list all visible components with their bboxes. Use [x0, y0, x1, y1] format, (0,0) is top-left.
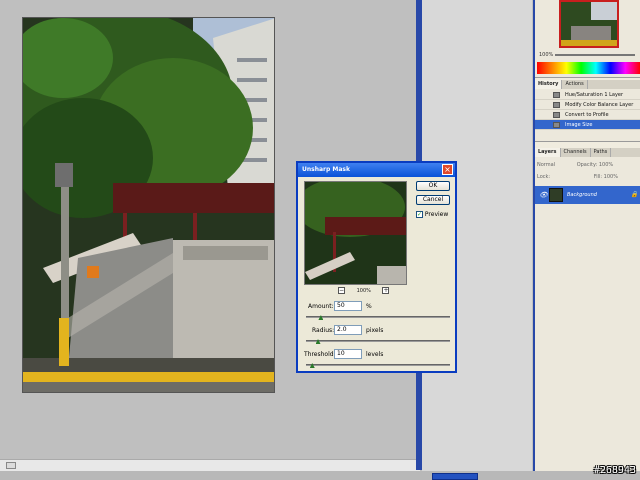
radius-unit: pixels [366, 327, 384, 334]
lock-fill-row: Lock: Fill: 100% [537, 174, 640, 183]
close-icon[interactable]: × [442, 164, 453, 175]
history-item-label: Hue/Saturation 1 Layer [565, 92, 624, 98]
layers-tabs: Layers Channels Paths [535, 148, 640, 157]
layer-thumbnail [549, 188, 563, 202]
preview-checkbox[interactable]: ✓ [416, 211, 423, 218]
preview-artwork [305, 182, 406, 284]
blend-opacity-row: Normal Opacity: 100% [537, 162, 640, 171]
opacity-label: Opacity: [576, 162, 598, 168]
history-panel: History Actions Hue/Saturation 1 Layer M… [535, 80, 640, 142]
zoom-out-button[interactable]: − [338, 287, 345, 294]
layers-panel: Layers Channels Paths Normal Opacity: 10… [535, 148, 640, 480]
opacity-value[interactable]: 100% [599, 162, 613, 168]
history-tabs: History Actions [535, 80, 640, 89]
radius-label: Radius: [312, 327, 335, 334]
layer-name: Background [567, 192, 597, 198]
history-item-label: Convert to Profile [565, 112, 609, 118]
palette-dock: 100% History Actions Hue/Saturation 1 La… [533, 0, 640, 480]
history-item-label: Image Size [565, 122, 593, 128]
navigator-zoom-slider[interactable] [555, 54, 635, 56]
history-state-icon [553, 112, 560, 118]
zoom-in-button[interactable]: + [382, 287, 390, 294]
fill-value[interactable]: 100% [604, 174, 618, 180]
amount-slider[interactable] [306, 316, 450, 318]
dialog-title: Unsharp Mask [298, 163, 455, 177]
tab-actions[interactable]: Actions [562, 80, 588, 89]
threshold-unit: levels [366, 351, 384, 358]
blend-mode-select[interactable]: Normal [537, 162, 555, 168]
color-ramp[interactable] [537, 62, 640, 74]
amount-input[interactable]: 50 [334, 301, 362, 311]
photo-artwork [23, 18, 274, 392]
threshold-slider[interactable] [306, 364, 450, 366]
history-item[interactable]: Convert to Profile [535, 110, 640, 120]
filter-preview-window[interactable] [304, 181, 407, 285]
cancel-button[interactable]: Cancel [416, 195, 450, 205]
tab-layers[interactable]: Layers [535, 148, 561, 157]
threshold-label: Threshold: [304, 351, 336, 358]
history-state-icon [553, 92, 560, 98]
history-item[interactable]: Hue/Saturation 1 Layer [535, 90, 640, 100]
preview-zoom-level: 100% [356, 288, 371, 294]
history-item-label: Modify Color Balance Layer [565, 102, 634, 108]
preview-label: Preview [424, 211, 449, 218]
status-strip [0, 471, 640, 480]
lock-icon: 🔒 [630, 191, 638, 198]
preview-toggle[interactable]: ✓ Preview [416, 211, 448, 218]
amount-label: Amount: [308, 303, 334, 310]
image-watermark: #268943 [593, 465, 636, 476]
history-item-selected[interactable]: Image Size [535, 120, 640, 130]
preview-zoom-controls: − 100% + [328, 287, 399, 294]
threshold-input[interactable]: 10 [334, 349, 362, 359]
history-state-icon [553, 122, 560, 128]
document-image[interactable] [22, 17, 275, 393]
navigator-zoom-value[interactable]: 100% [539, 52, 553, 58]
navigator-preview-art [561, 2, 617, 46]
lock-label: Lock: [537, 174, 551, 180]
photoshop-workspace: 100% History Actions Hue/Saturation 1 La… [0, 0, 640, 480]
scrollbar-thumb[interactable] [6, 462, 16, 469]
amount-unit: % [366, 303, 372, 310]
canvas-horizontal-scrollbar[interactable] [0, 459, 420, 471]
unsharp-mask-dialog: Unsharp Mask × OK Cancel ✓ Preview − 100… [296, 161, 457, 373]
radius-input[interactable]: 2.0 [334, 325, 362, 335]
eye-icon[interactable]: 👁 [539, 191, 548, 199]
navigator-panel: 100% [535, 0, 640, 78]
navigator-thumbnail[interactable] [559, 0, 619, 48]
tab-history[interactable]: History [535, 80, 563, 89]
taskbar-button[interactable] [432, 473, 478, 480]
history-item[interactable]: Modify Color Balance Layer [535, 100, 640, 110]
tab-channels[interactable]: Channels [561, 148, 591, 157]
tab-paths[interactable]: Paths [591, 148, 612, 157]
ok-button[interactable]: OK [416, 181, 450, 191]
radius-slider[interactable] [306, 340, 450, 342]
fill-label: Fill: [593, 174, 603, 180]
history-state-icon [553, 102, 560, 108]
layer-row-background[interactable]: 👁 Background 🔒 [535, 186, 640, 204]
